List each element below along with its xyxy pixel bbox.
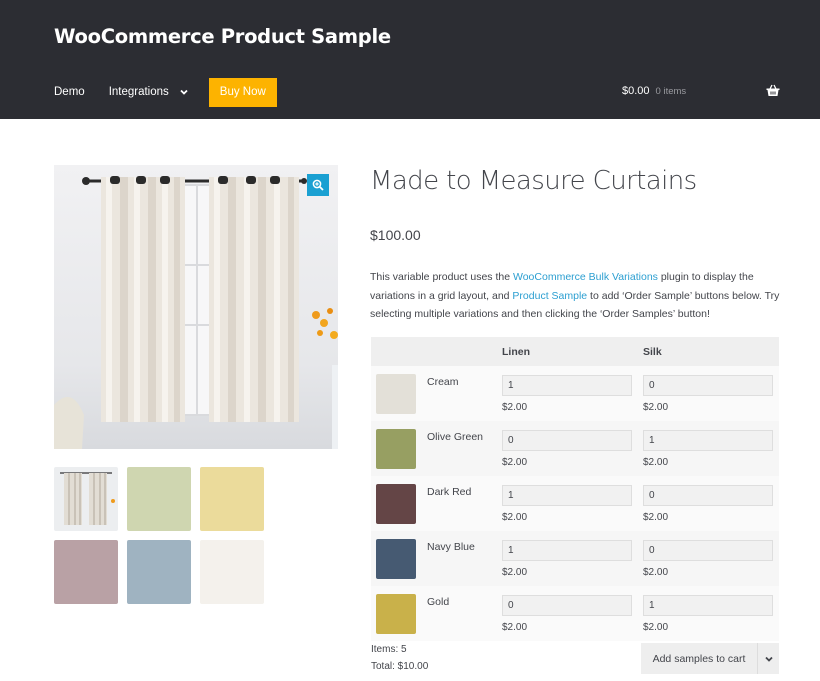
silk-price: $2.00	[643, 567, 669, 578]
cart-count: 0 items	[655, 86, 687, 97]
nav-item-integrations[interactable]: Integrations	[109, 86, 189, 98]
thumbnail-white-swatch[interactable]	[200, 540, 264, 604]
site-title[interactable]: WooCommerce Product Sample	[54, 25, 391, 48]
color-name: Dark Red	[427, 486, 472, 498]
linen-price: $2.00	[502, 567, 528, 578]
thumbnail-curtain-photo[interactable]	[54, 467, 118, 531]
left-curtain	[101, 177, 185, 422]
product-title: Made to Measure Curtains	[370, 166, 697, 196]
silk-quantity-input[interactable]	[643, 540, 773, 561]
silk-quantity-input[interactable]	[643, 485, 773, 506]
right-curtain	[209, 177, 299, 422]
thumbnail-blue-swatch[interactable]	[127, 540, 191, 604]
gallery-thumbnails	[54, 467, 344, 613]
description-text: This variable product uses the	[370, 271, 513, 283]
variation-row: Gold $2.00 $2.00	[371, 586, 779, 641]
grid-header: Linen Silk	[371, 337, 779, 366]
product-description: This variable product uses the WooCommer…	[370, 268, 780, 324]
buy-now-button[interactable]: Buy Now	[208, 77, 277, 107]
site-header: WooCommerce Product Sample Demo Integrat…	[0, 0, 820, 119]
color-swatch	[376, 429, 416, 469]
nav-label: Demo	[54, 86, 85, 98]
color-swatch	[376, 484, 416, 524]
linen-quantity-input[interactable]	[502, 375, 632, 396]
zoom-in-icon	[312, 179, 324, 191]
linen-quantity-input[interactable]	[502, 540, 632, 561]
chevron-down-icon	[764, 656, 773, 662]
silk-quantity-input[interactable]	[643, 595, 773, 616]
color-name: Gold	[427, 596, 450, 608]
variation-row: Dark Red $2.00 $2.00	[371, 476, 779, 531]
color-name: Navy Blue	[427, 541, 475, 553]
silk-price: $2.00	[643, 457, 669, 468]
main-nav: Demo Integrations Buy Now	[54, 77, 277, 107]
color-swatch	[376, 539, 416, 579]
nav-item-demo[interactable]: Demo	[54, 86, 85, 98]
product-sample-link[interactable]: Product Sample	[512, 290, 587, 302]
column-header-silk: Silk	[643, 346, 662, 358]
chevron-down-icon	[180, 89, 188, 95]
product-main-image[interactable]	[54, 165, 338, 449]
silk-price: $2.00	[643, 622, 669, 633]
zoom-button[interactable]	[307, 174, 329, 196]
items-count: Items: 5	[371, 644, 407, 655]
add-samples-button-group: Add samples to cart	[641, 643, 779, 674]
curtain-thumbnail-image	[54, 467, 118, 531]
color-swatch	[376, 594, 416, 634]
add-samples-to-cart-button[interactable]: Add samples to cart	[641, 653, 757, 665]
silk-quantity-input[interactable]	[643, 375, 773, 396]
thumbnail-sage-swatch[interactable]	[127, 467, 191, 531]
color-swatch	[376, 374, 416, 414]
thumbnail-mauve-swatch[interactable]	[54, 540, 118, 604]
variations-grid: Linen Silk Cream $2.00 $2.00 Olive Green $2.…	[371, 337, 779, 641]
order-summary: Items: 5 Total: $10.00	[371, 641, 428, 675]
variation-row: Cream $2.00 $2.00	[371, 366, 779, 421]
color-name: Olive Green	[427, 431, 484, 443]
silk-quantity-input[interactable]	[643, 430, 773, 451]
linen-quantity-input[interactable]	[502, 595, 632, 616]
header-cart[interactable]: $0.00 0 items	[622, 85, 686, 97]
column-header-linen: Linen	[502, 346, 530, 358]
thumbnail-yellow-swatch[interactable]	[200, 467, 264, 531]
linen-price: $2.00	[502, 402, 528, 413]
silk-price: $2.00	[643, 402, 669, 413]
nav-label: Integrations	[108, 86, 169, 98]
cart-amount: $0.00	[622, 85, 650, 97]
linen-quantity-input[interactable]	[502, 430, 632, 451]
curtain-image	[54, 176, 338, 449]
variation-row: Navy Blue $2.00 $2.00	[371, 531, 779, 586]
linen-price: $2.00	[502, 622, 528, 633]
silk-price: $2.00	[643, 512, 669, 523]
bulk-variations-link[interactable]: WooCommerce Bulk Variations	[513, 271, 658, 283]
linen-price: $2.00	[502, 457, 528, 468]
basket-icon[interactable]	[766, 84, 780, 97]
color-name: Cream	[427, 376, 459, 388]
variation-row: Olive Green $2.00 $2.00	[371, 421, 779, 476]
add-options-dropdown[interactable]	[758, 654, 779, 664]
product-price: $100.00	[370, 227, 421, 243]
order-total: Total: $10.00	[371, 661, 429, 672]
linen-quantity-input[interactable]	[502, 485, 632, 506]
linen-price: $2.00	[502, 512, 528, 523]
